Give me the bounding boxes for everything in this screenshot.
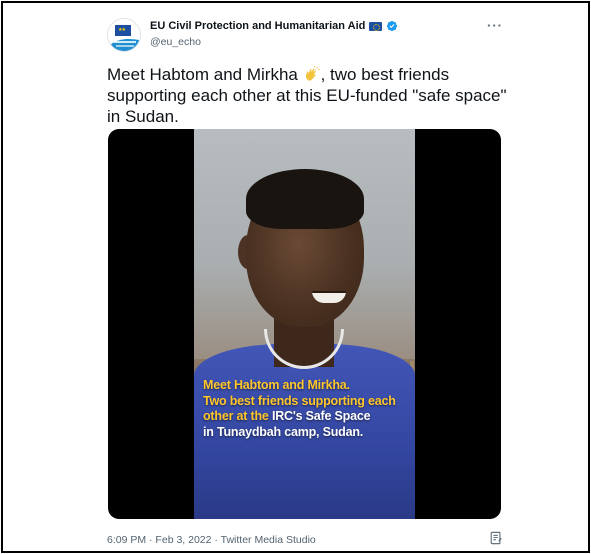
account-name-row[interactable]: EU Civil Protection and Humanitarian Aid xyxy=(150,20,398,32)
account-avatar[interactable]: ★★ xyxy=(107,18,141,52)
note-icon[interactable] xyxy=(489,531,503,545)
tweet-text-part: Meet Habtom and Mirkha xyxy=(107,65,303,84)
eu-flag-icon xyxy=(369,21,383,31)
caption-line: in Tunaydbah camp, Sudan. xyxy=(203,424,364,439)
tweet-card: ★★ EU Civil Protection and Humanitarian … xyxy=(1,1,590,553)
avatar-graphic-line xyxy=(116,45,134,47)
verified-badge-icon xyxy=(387,20,398,32)
caption-line: Meet Habtom and Mirkha. xyxy=(203,378,350,392)
video-caption: Meet Habtom and Mirkha. Two best friends… xyxy=(203,378,433,440)
eu-flag-logo: ★★ xyxy=(115,25,131,36)
caption-line: Two best friends supporting each xyxy=(203,393,396,408)
video-player[interactable]: Meet Habtom and Mirkha. Two best friends… xyxy=(108,129,501,519)
account-handle[interactable]: @eu_echo xyxy=(150,36,201,48)
clapping-hands-icon xyxy=(305,66,320,81)
caption-text: IRC's Safe Space xyxy=(271,409,371,423)
caption-line: other at the IRC's Safe Space xyxy=(203,409,433,425)
video-frame-image xyxy=(194,129,415,519)
caption-text: other at the xyxy=(203,409,272,423)
tweet-timestamp[interactable]: 6:09 PM · Feb 3, 2022 · Twitter Media St… xyxy=(107,534,316,546)
avatar-graphic-line xyxy=(114,41,136,43)
account-name[interactable]: EU Civil Protection and Humanitarian Aid xyxy=(150,20,365,32)
tweet-text: Meet Habtom and Mirkha , two best friend… xyxy=(107,64,507,127)
more-options-icon[interactable]: ··· xyxy=(487,18,503,33)
image-hair xyxy=(246,169,364,229)
